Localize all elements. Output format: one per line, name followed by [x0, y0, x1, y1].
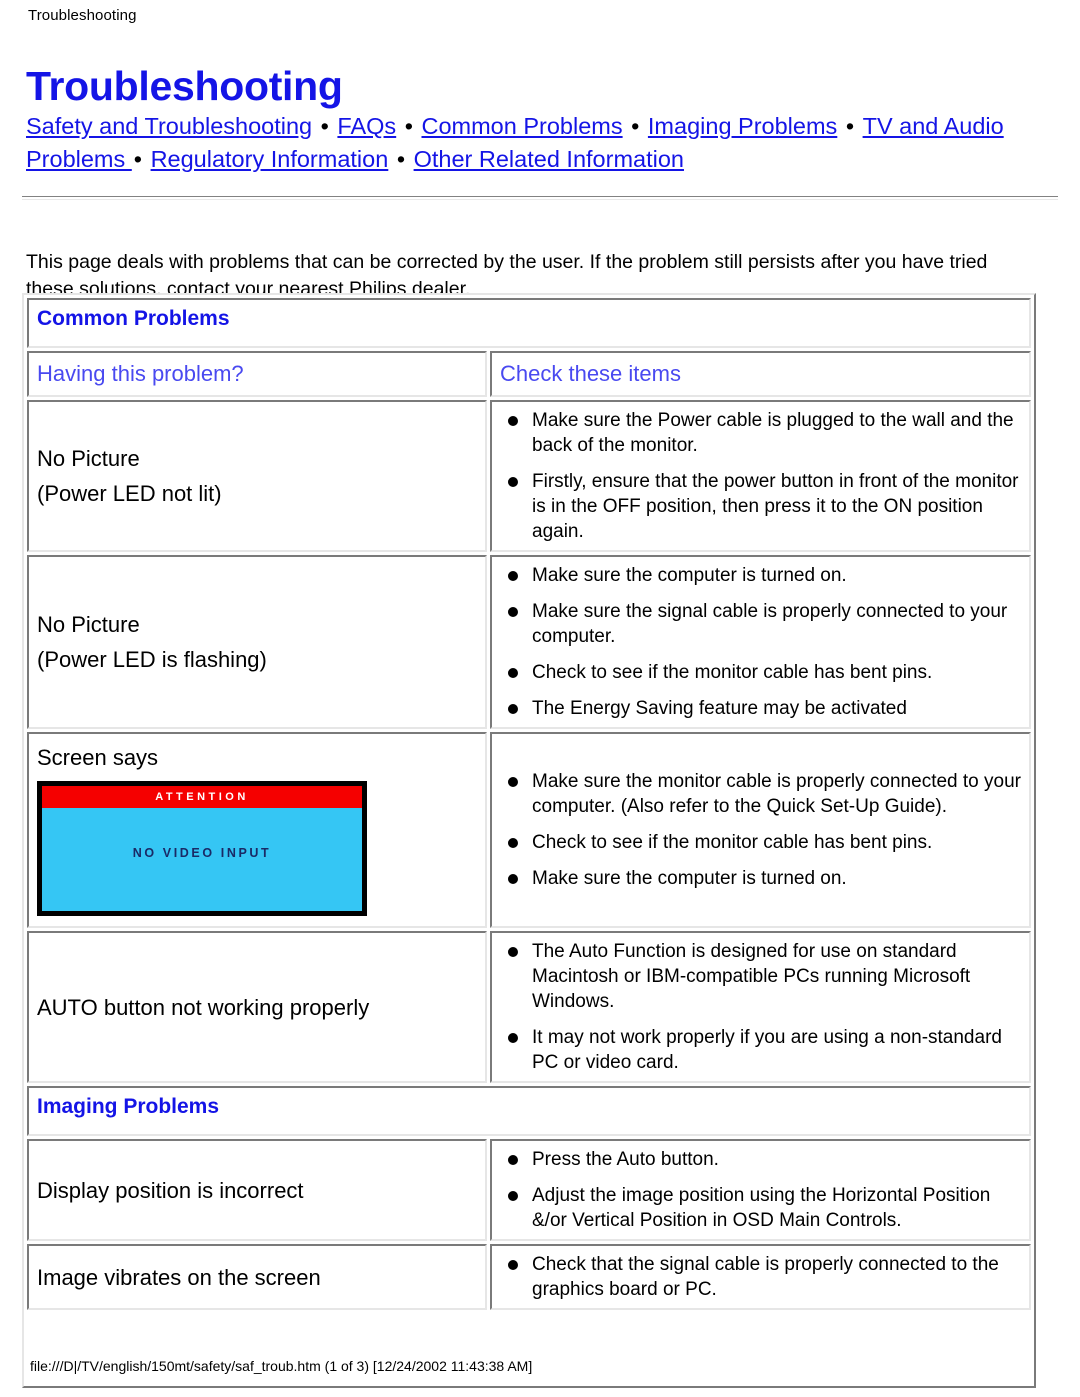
problem-cell: No Picture (Power LED is flashing) — [27, 555, 487, 729]
checks-cell: Make sure the Power cable is plugged to … — [490, 400, 1031, 552]
nav-link-imaging-problems[interactable]: Imaging Problems — [648, 113, 837, 139]
nav-separator: • — [839, 113, 861, 139]
attention-banner: ATTENTION — [42, 786, 362, 808]
problem-text: Screen says — [37, 745, 159, 770]
table-row: AUTO button not working properly The Auto… — [27, 931, 1031, 1083]
nav-link-faqs[interactable]: FAQs — [337, 113, 396, 139]
nav-link-common-problems[interactable]: Common Problems — [421, 113, 622, 139]
column-header-problem: Having this problem? — [27, 351, 487, 397]
nav-links: Safety and Troubleshooting • FAQs • Comm… — [26, 110, 1046, 176]
nav-separator: • — [390, 146, 412, 172]
table-row: No Picture (Power LED not lit) Make sure t… — [27, 400, 1031, 552]
checks-list: Make sure the Power cable is plugged to … — [500, 408, 1021, 544]
problem-cell: Display position is incorrect — [27, 1139, 487, 1241]
problem-text: (Power LED not lit) — [37, 481, 222, 506]
nav-separator: • — [398, 113, 420, 139]
table-row: Image vibrates on the screen Check that t… — [27, 1244, 1031, 1310]
column-header-problem-label: Having this problem? — [37, 361, 244, 386]
check-item: Make sure the monitor cable is properly … — [500, 769, 1021, 819]
problem-cell: Image vibrates on the screen — [27, 1244, 487, 1310]
section-header-imaging-problems: Imaging Problems — [27, 1086, 1031, 1136]
page-title: Troubleshooting — [26, 63, 343, 110]
checks-list: Press the Auto button. Adjust the image p… — [500, 1147, 1021, 1233]
checks-cell: The Auto Function is designed for use on… — [490, 931, 1031, 1083]
section-title: Imaging Problems — [37, 1095, 220, 1118]
checks-list: Make sure the monitor cable is properly … — [500, 769, 1021, 891]
check-item: The Auto Function is designed for use on… — [500, 939, 1021, 1014]
nav-link-safety-and-troubleshooting[interactable]: Safety and Troubleshooting — [26, 113, 312, 139]
status-bar-path: file:///D|/TV/english/150mt/safety/saf_t… — [30, 1358, 533, 1374]
checks-list: Check that the signal cable is properly … — [500, 1252, 1021, 1302]
no-video-input-message: NO VIDEO INPUT — [132, 846, 272, 860]
troubleshooting-table: Common Problems Having this problem? Check… — [22, 293, 1036, 1388]
table-row: Screen says ATTENTION NO VIDEO INPUT Make s… — [27, 732, 1031, 928]
problem-text: No Picture — [37, 446, 140, 471]
table-column-header-row: Having this problem? Check these items — [27, 351, 1031, 397]
check-item: Make sure the computer is turned on. — [500, 866, 1021, 891]
check-item: Make sure the computer is turned on. — [500, 563, 1021, 588]
check-item: Make sure the Power cable is plugged to … — [500, 408, 1021, 458]
checks-list: Make sure the computer is turned on. Make… — [500, 563, 1021, 721]
problem-text: Display position is incorrect — [37, 1177, 304, 1203]
nav-link-regulatory-information[interactable]: Regulatory Information — [151, 146, 389, 172]
column-header-checks: Check these items — [490, 351, 1031, 397]
check-item: Press the Auto button. — [500, 1147, 1021, 1172]
section-header-common-problems: Common Problems — [27, 298, 1031, 348]
check-item: Adjust the image position using the Hori… — [500, 1183, 1021, 1233]
header-divider — [22, 196, 1058, 200]
check-item: Check that the signal cable is properly … — [500, 1252, 1021, 1302]
problem-cell: AUTO button not working properly — [27, 931, 487, 1083]
check-item: Check to see if the monitor cable has be… — [500, 830, 1021, 855]
check-item: The Energy Saving feature may be activat… — [500, 696, 1021, 721]
monitor-no-video-input-image: ATTENTION NO VIDEO INPUT — [37, 781, 367, 916]
problem-text: Image vibrates on the screen — [37, 1264, 321, 1290]
nav-link-other-related-information[interactable]: Other Related Information — [414, 146, 684, 172]
problem-cell: Screen says ATTENTION NO VIDEO INPUT — [27, 732, 487, 928]
problem-text: (Power LED is flashing) — [37, 647, 267, 672]
section-title: Common Problems — [37, 307, 230, 330]
page-root: Troubleshooting Troubleshooting Safety a… — [0, 0, 1080, 1397]
problem-text: AUTO button not working properly — [37, 994, 370, 1020]
nav-separator: • — [133, 146, 149, 172]
check-item: Firstly, ensure that the power button in… — [500, 469, 1021, 544]
column-header-checks-label: Check these items — [500, 361, 681, 386]
check-item: It may not work properly if you are usin… — [500, 1025, 1021, 1075]
checks-cell: Make sure the monitor cable is properly … — [490, 732, 1031, 928]
breadcrumb: Troubleshooting — [28, 7, 137, 24]
checks-cell: Make sure the computer is turned on. Make… — [490, 555, 1031, 729]
check-item: Check to see if the monitor cable has be… — [500, 660, 1021, 685]
table-row: No Picture (Power LED is flashing) Make su… — [27, 555, 1031, 729]
problem-cell: No Picture (Power LED not lit) — [27, 400, 487, 552]
checks-cell: Check that the signal cable is properly … — [490, 1244, 1031, 1310]
table-row: Display position is incorrect Press the A… — [27, 1139, 1031, 1241]
checks-list: The Auto Function is designed for use on… — [500, 939, 1021, 1075]
nav-separator: • — [624, 113, 646, 139]
problem-text: No Picture — [37, 612, 140, 637]
nav-separator: • — [314, 113, 336, 139]
check-item: Make sure the signal cable is properly c… — [500, 599, 1021, 649]
checks-cell: Press the Auto button. Adjust the image p… — [490, 1139, 1031, 1241]
